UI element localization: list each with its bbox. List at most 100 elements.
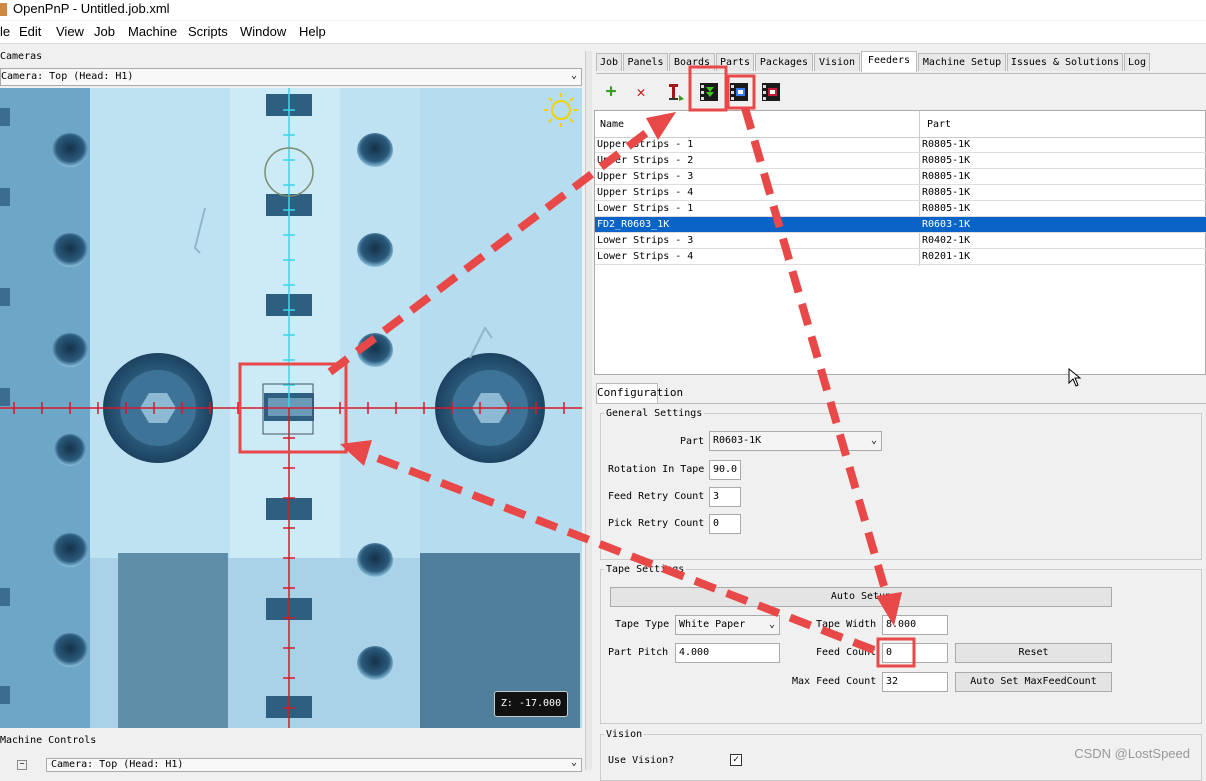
cameras-panel-title: Cameras xyxy=(0,51,43,62)
part-pitch-input[interactable]: 4.000 xyxy=(675,643,780,663)
delete-feeder-button[interactable]: ✕ xyxy=(630,81,652,103)
menu-file[interactable]: le xyxy=(0,24,10,39)
menu-window[interactable]: Window xyxy=(240,24,286,39)
row-name: Lower Strips - 1 xyxy=(597,203,694,214)
column-header-name[interactable]: Name xyxy=(600,119,624,130)
auto-setup-button[interactable]: Auto Setup xyxy=(610,587,1112,607)
tape-width-input[interactable]: 8.000 xyxy=(882,615,948,635)
machine-controls-row: − Camera: Top (Head: H1) ⌄ xyxy=(0,750,582,772)
tab-configuration[interactable]: Configuration xyxy=(596,383,683,403)
feed-retry-label: Feed Retry Count xyxy=(608,491,705,502)
window-title: OpenPnP - Untitled.job.xml xyxy=(13,1,170,16)
tape-type-value: White Paper xyxy=(679,619,746,630)
menu-help[interactable]: Help xyxy=(299,24,326,39)
add-feeder-button[interactable]: + xyxy=(600,81,622,103)
camera-image xyxy=(0,88,582,728)
table-header: Name Part xyxy=(595,111,1206,138)
tape-type-select[interactable]: White Paper ⌄ xyxy=(675,615,780,635)
menu-scripts[interactable]: Scripts xyxy=(188,24,228,39)
tab-feeders[interactable]: Feeders xyxy=(861,51,917,72)
general-settings-legend: General Settings xyxy=(606,408,703,419)
camera-view[interactable]: Z: -17.000 xyxy=(0,88,582,728)
tab-vision[interactable]: Vision xyxy=(814,53,860,71)
reset-feed-count-button[interactable]: Reset xyxy=(955,643,1112,663)
table-row[interactable]: Upper Strips - 3 R0805-1K xyxy=(595,169,1206,185)
rotation-input[interactable]: 90.0 xyxy=(709,460,741,480)
row-name: FD2_R0603_1K xyxy=(597,219,670,230)
row-name: Lower Strips - 4 xyxy=(597,251,694,262)
tab-log[interactable]: Log xyxy=(1124,53,1150,71)
menu-job[interactable]: Job xyxy=(94,24,115,39)
feeders-table: Name Part Upper Strips - 1 R0805-1K Uppe… xyxy=(594,110,1206,375)
row-part: R0805-1K xyxy=(922,203,971,214)
machine-controls-select-value: Camera: Top (Head: H1) xyxy=(51,759,184,770)
configuration-panel: General Settings Part R0603-1K ⌄ Rotatio… xyxy=(596,403,1206,781)
table-row[interactable]: Upper Strips - 2 R0805-1K xyxy=(595,153,1206,169)
chevron-down-icon: ⌄ xyxy=(570,757,577,768)
feed-count-input[interactable]: 0 xyxy=(882,643,948,663)
row-name: Upper Strips - 2 xyxy=(597,155,694,166)
row-part: R0201-1K xyxy=(922,251,971,262)
row-name: Upper Strips - 1 xyxy=(597,139,694,150)
use-vision-label: Use Vision? xyxy=(608,755,675,766)
row-name: Upper Strips - 4 xyxy=(597,187,694,198)
tab-machine-setup[interactable]: Machine Setup xyxy=(918,53,1006,71)
row-name: Lower Strips - 3 xyxy=(597,235,694,246)
move-camera-to-feeder-button[interactable] xyxy=(698,81,720,103)
app-logo-icon xyxy=(0,3,7,16)
auto-set-max-feed-count-button[interactable]: Auto Set MaxFeedCount xyxy=(955,672,1112,692)
part-label: Part xyxy=(680,436,705,447)
tab-parts[interactable]: Parts xyxy=(716,53,754,71)
tape-nozzle-icon xyxy=(762,83,780,101)
menu-machine[interactable]: Machine xyxy=(128,24,177,39)
watermark: CSDN @LostSpeed xyxy=(1074,746,1190,761)
column-header-part[interactable]: Part xyxy=(927,119,951,130)
table-row[interactable]: Upper Strips - 1 R0805-1K xyxy=(595,137,1206,153)
row-name: Upper Strips - 3 xyxy=(597,171,694,182)
menu-view[interactable]: View xyxy=(56,24,84,39)
z-readout: Z: -17.000 xyxy=(494,691,568,717)
max-feed-count-input[interactable]: 32 xyxy=(882,672,948,692)
table-row-selected[interactable]: FD2_R0603_1K R0603-1K xyxy=(595,217,1206,233)
tape-feed-icon xyxy=(700,83,718,101)
pick-retry-label: Pick Retry Count xyxy=(608,518,705,529)
use-vision-checkbox[interactable]: ✓ xyxy=(730,754,742,766)
part-pitch-label: Part Pitch xyxy=(608,647,669,658)
tab-boards[interactable]: Boards xyxy=(669,53,715,71)
feed-retry-input[interactable]: 3 xyxy=(709,487,741,507)
row-part: R0805-1K xyxy=(922,139,971,150)
vision-legend: Vision xyxy=(606,729,643,740)
table-row[interactable]: Lower Strips - 3 R0402-1K xyxy=(595,233,1206,249)
camera-select-value: Camera: Top (Head: H1) xyxy=(1,71,134,82)
feed-count-label: Feed Count xyxy=(816,647,877,658)
part-select-value: R0603-1K xyxy=(713,435,762,446)
move-camera-to-pick-button[interactable] xyxy=(728,81,750,103)
chevron-down-icon: ⌄ xyxy=(570,70,577,81)
tape-width-label: Tape Width xyxy=(816,619,877,630)
machine-controls-title: Machine Controls xyxy=(0,735,97,746)
table-row[interactable]: Lower Strips - 4 R0201-1K xyxy=(595,249,1206,265)
tape-type-label: Tape Type xyxy=(615,619,670,630)
camera-select[interactable]: Camera: Top (Head: H1) ⌄ xyxy=(0,68,582,86)
table-row[interactable]: Lower Strips - 1 R0805-1K xyxy=(595,201,1206,217)
tab-panels[interactable]: Panels xyxy=(623,53,668,71)
row-part: R0603-1K xyxy=(922,219,971,230)
tab-issues-solutions[interactable]: Issues & Solutions xyxy=(1007,53,1123,71)
rotation-label: Rotation In Tape xyxy=(608,464,705,475)
row-part: R0402-1K xyxy=(922,235,971,246)
table-row[interactable]: Upper Strips - 4 R0805-1K xyxy=(595,185,1206,201)
main-tabs: Job Panels Boards Parts Packages Vision … xyxy=(596,51,1206,72)
tab-job[interactable]: Job xyxy=(596,53,622,71)
row-part: R0805-1K xyxy=(922,171,971,182)
mouse-cursor-icon xyxy=(1068,368,1082,387)
split-pane-divider[interactable] xyxy=(585,51,592,770)
part-select[interactable]: R0603-1K ⌄ xyxy=(709,431,882,451)
tab-packages[interactable]: Packages xyxy=(755,53,813,71)
pick-retry-input[interactable]: 0 xyxy=(709,514,741,534)
pipette-icon xyxy=(669,84,684,101)
move-nozzle-to-pick-button[interactable] xyxy=(760,81,782,103)
feed-pick-button[interactable] xyxy=(664,81,686,103)
menu-edit[interactable]: Edit xyxy=(19,24,41,39)
max-feed-count-label: Max Feed Count xyxy=(792,676,877,687)
tree-collapse-icon[interactable]: − xyxy=(17,760,27,770)
